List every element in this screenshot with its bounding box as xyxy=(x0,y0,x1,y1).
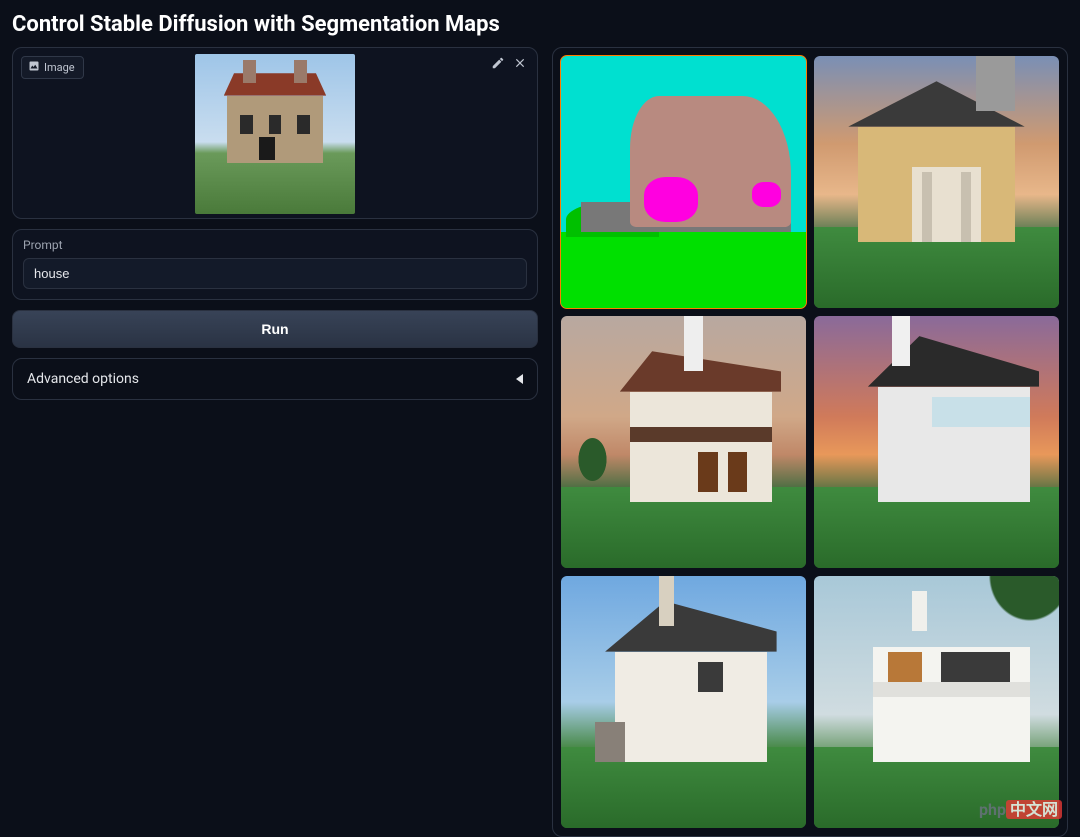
collapse-icon xyxy=(516,374,523,384)
input-image-panel[interactable]: Image xyxy=(12,47,538,219)
advanced-options-label: Advanced options xyxy=(27,371,139,387)
gallery-item[interactable] xyxy=(561,56,806,308)
left-column: Image xyxy=(12,47,538,837)
image-badge: Image xyxy=(21,56,84,79)
prompt-input[interactable] xyxy=(23,258,527,289)
close-icon[interactable] xyxy=(513,56,527,70)
run-button[interactable]: Run xyxy=(12,310,538,348)
prompt-panel: Prompt xyxy=(12,229,538,300)
prompt-label: Prompt xyxy=(23,238,527,252)
gallery-item[interactable] xyxy=(814,576,1059,828)
advanced-options-toggle[interactable]: Advanced options xyxy=(12,358,538,400)
input-image-preview xyxy=(195,54,355,214)
image-badge-label: Image xyxy=(44,61,75,74)
gallery-item[interactable] xyxy=(561,316,806,568)
gallery-item[interactable] xyxy=(561,576,806,828)
page-title: Control Stable Diffusion with Segmentati… xyxy=(12,12,1068,37)
main-layout: Image xyxy=(12,47,1068,837)
image-icon xyxy=(28,60,40,75)
edit-icon[interactable] xyxy=(491,56,505,70)
output-gallery xyxy=(552,47,1068,837)
watermark: php中文网 xyxy=(979,796,1062,820)
gallery-item[interactable] xyxy=(814,56,1059,308)
gallery-item[interactable] xyxy=(814,316,1059,568)
